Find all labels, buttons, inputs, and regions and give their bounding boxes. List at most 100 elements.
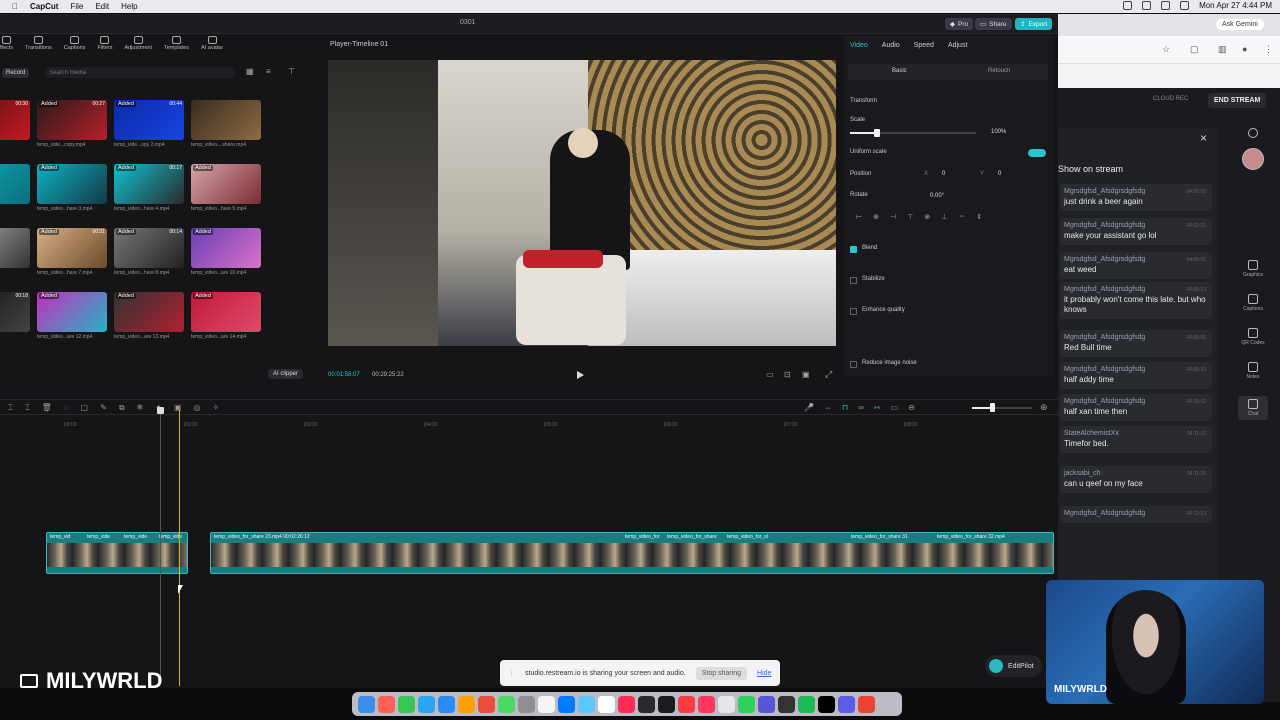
sort-icon[interactable]: ≡ — [266, 67, 271, 76]
tool-ai-avatar[interactable]: AI avatar — [201, 36, 223, 58]
align-top-icon[interactable]: ⊤ — [907, 213, 913, 221]
undo-icon[interactable]: ◌ — [64, 403, 69, 413]
dock-app-icon[interactable] — [678, 695, 695, 713]
link-icon[interactable]: ⇔ — [824, 403, 832, 412]
caption-icon[interactable]: ▭ — [891, 403, 899, 412]
rail-avatar[interactable] — [1238, 148, 1268, 172]
chat-message[interactable]: Mgrsdgfsd_Afsdgrsdgfsdg 04:09:33 half addy… — [1060, 362, 1212, 389]
position-x-input[interactable]: 0 — [942, 171, 945, 177]
subtab-retouch[interactable]: Retouch — [988, 68, 1010, 74]
snapshot-icon[interactable]: ⊡ — [784, 370, 791, 379]
zoom-out-icon[interactable]: ⊖ — [908, 403, 915, 412]
record-button[interactable]: Record — [2, 68, 30, 78]
box-icon[interactable]: ▣ — [174, 403, 182, 413]
freeze-icon[interactable]: ❄ — [137, 403, 144, 413]
fullscreen-icon[interactable]: ⤢ — [825, 369, 832, 380]
dock-app-icon[interactable] — [538, 695, 555, 713]
media-item[interactable]: Added temp_video...hare 5.mp4 — [191, 164, 261, 212]
speed-icon[interactable]: ◎ — [194, 403, 201, 413]
ai-icon[interactable]: ✧ — [212, 403, 219, 413]
tool-templates[interactable]: Templates — [164, 36, 189, 58]
tab-adjust[interactable]: Adjust — [948, 42, 967, 49]
screen-share-icon[interactable] — [1123, 1, 1133, 10]
app-menu[interactable]: CapCut — [30, 2, 58, 11]
mic-icon[interactable]: 🎤 — [804, 403, 814, 412]
dock-app-icon[interactable] — [758, 695, 775, 713]
dock-app-icon[interactable] — [698, 695, 715, 713]
preview-axis-icon[interactable]: ⇿ — [874, 403, 881, 412]
extension-icon[interactable]: ▢ — [1190, 44, 1199, 55]
chat-message[interactable]: Mgrsdgfsd_Afsdgrsdgfsdg 04:00:00 just drin… — [1060, 184, 1212, 211]
split-right-icon[interactable]: ⌶ — [25, 403, 30, 413]
dock-app-icon[interactable] — [478, 695, 495, 713]
media-item[interactable]: Added 00:17 temp_video...hare 4.mp4 — [114, 164, 184, 212]
share-bar-grip-icon[interactable]: ⋮ — [508, 669, 515, 677]
dock-app-icon[interactable] — [358, 695, 375, 713]
rail-captions[interactable]: Captions — [1238, 294, 1268, 312]
apple-menu-icon[interactable]:  — [12, 2, 18, 11]
filter-icon[interactable]: ⊤ — [288, 67, 295, 76]
dock-app-icon[interactable] — [378, 695, 395, 713]
blend-checkbox[interactable] — [850, 246, 857, 253]
chain-icon[interactable]: ∞ — [858, 403, 864, 412]
rail-avatar-count[interactable] — [1238, 128, 1268, 140]
dock-app-icon[interactable] — [458, 695, 475, 713]
align-center-icon[interactable]: ⊕ — [873, 213, 879, 221]
play-icon[interactable] — [577, 371, 584, 379]
dock-app-icon[interactable] — [738, 695, 755, 713]
media-item[interactable]: Added 2.mp4 — [0, 164, 30, 212]
enhance-checkbox[interactable] — [850, 308, 857, 315]
grid-view-icon[interactable]: ▦ — [246, 67, 254, 76]
crop-icon[interactable]: ▢ — [81, 403, 89, 413]
align-left-icon[interactable]: ⊢ — [856, 213, 862, 221]
mirror-icon[interactable]: ⧉ — [119, 403, 125, 413]
media-item[interactable]: Added 00:44 temp_vide...opy 2.mp4 — [114, 100, 184, 148]
playhead-knob[interactable] — [157, 407, 164, 414]
dock-app-icon[interactable] — [718, 695, 735, 713]
ai-clipper-button[interactable]: AI clipper — [268, 369, 304, 379]
dock-app-icon[interactable] — [438, 695, 455, 713]
chat-message[interactable]: StateAlchemistXx 04:11:12 Timefor bed. — [1060, 426, 1212, 453]
editpilot-button[interactable]: EditPilot — [985, 655, 1042, 677]
dock-app-icon[interactable] — [418, 695, 435, 713]
sidebar-icon[interactable]: ▥ — [1218, 44, 1227, 55]
player-preview[interactable] — [328, 60, 836, 346]
zoom-slider-handle[interactable] — [990, 403, 995, 412]
hide-link[interactable]: Hide — [757, 670, 771, 677]
position-y-input[interactable]: 0 — [998, 171, 1001, 177]
align-right-icon[interactable]: ⊣ — [890, 213, 896, 221]
distribute-v-icon[interactable]: ⇕ — [976, 213, 982, 221]
menu-help[interactable]: Help — [121, 2, 137, 11]
clip-group-left[interactable]: temp_vid temp_vide temp_vide temp_vide — [46, 532, 188, 574]
media-item[interactable]: Added temp_video...are 12.mp4 — [37, 292, 107, 340]
dock-app-icon[interactable] — [578, 695, 595, 713]
ask-gemini-button[interactable]: Ask Gemini — [1216, 19, 1264, 30]
media-item[interactable]: Added temp_video...hare 3.mp4 — [37, 164, 107, 212]
timeline-ruler[interactable]: 00:00 |02:00 |03:00 |04:00 |05:00 |06:00 |07:0… — [0, 422, 1058, 434]
media-item[interactable]: Added 00:31 temp_video...hare 7.mp4 — [37, 228, 107, 276]
tool-filters[interactable]: Filters — [97, 36, 112, 58]
align-middle-icon[interactable]: ⊕ — [924, 213, 930, 221]
media-item[interactable]: Added temp_video...are 13.mp4 — [114, 292, 184, 340]
chat-message[interactable]: Mgrsdgfsd_Afsdgrsdgfsdg 04:05:05 eat weed — [1060, 252, 1212, 279]
dock-app-icon[interactable] — [798, 695, 815, 713]
tool-adjustment[interactable]: Adjustment — [124, 36, 152, 58]
tab-video[interactable]: Video — [850, 42, 868, 49]
tab-speed[interactable]: Speed — [914, 42, 934, 49]
tool-transitions[interactable]: Transitions — [25, 36, 52, 58]
share-button[interactable]: ▭ Share — [975, 18, 1012, 30]
dock-app-icon[interactable] — [778, 695, 795, 713]
menu-icon[interactable]: ⋮ — [1264, 44, 1273, 55]
rail-graphics[interactable]: Graphics — [1238, 260, 1268, 278]
align-bottom-icon[interactable]: ⊥ — [941, 213, 947, 221]
playhead-marker[interactable] — [157, 407, 164, 684]
media-item[interactable]: Added temp_video...are 14.mp4 — [191, 292, 261, 340]
media-item[interactable]: Added00:30 3.mp4 — [0, 100, 30, 148]
profile-icon[interactable]: ● — [1242, 44, 1247, 54]
dock-app-icon[interactable] — [858, 695, 875, 713]
dock-app-icon[interactable] — [658, 695, 675, 713]
media-search-input[interactable] — [45, 67, 235, 78]
blend-label[interactable]: Blend — [862, 245, 877, 251]
dock-app-icon[interactable] — [558, 695, 575, 713]
zoom-in-icon[interactable]: ⊕ — [1040, 402, 1048, 413]
